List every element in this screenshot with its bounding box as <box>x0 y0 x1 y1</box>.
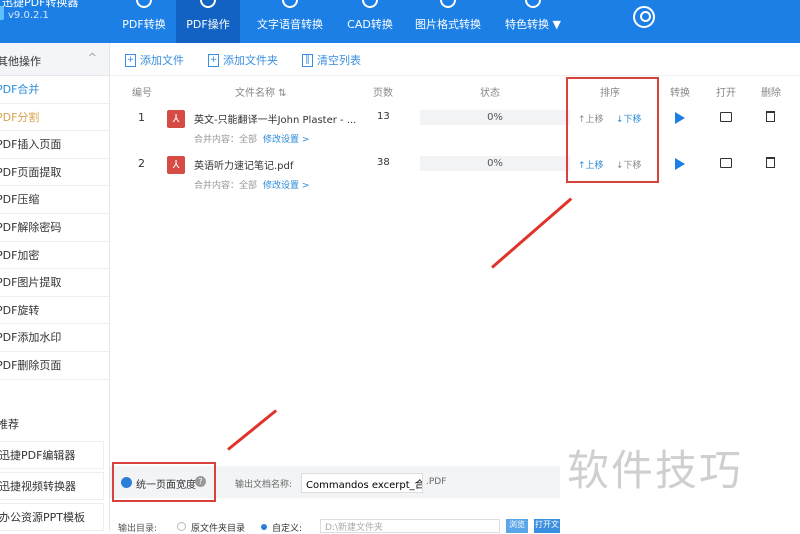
tab-label: 图片格式转换 <box>415 18 481 31</box>
rec-pdf-editor[interactable]: 迅捷PDF编辑器 <box>0 441 104 469</box>
annotation-arrow <box>491 197 573 269</box>
highlight-box-unify <box>112 462 216 502</box>
speech-icon <box>282 0 298 8</box>
play-icon[interactable] <box>675 158 685 170</box>
col-delete: 删除 <box>761 88 781 99</box>
col-convert: 转换 <box>670 88 690 99</box>
file-name: 英文-只能翻译一半John Plaster - ... <box>194 115 357 126</box>
extension-label: .PDF <box>426 477 447 487</box>
col-no: 编号 <box>132 88 152 99</box>
tab-cad[interactable]: CAD转换 <box>340 0 400 43</box>
sidebar-item-rotate[interactable]: PDF旋转 <box>0 297 109 325</box>
col-status: 状态 <box>480 88 500 99</box>
add-folder-button[interactable]: + 添加文件夹 <box>208 52 278 68</box>
chevron-up-icon[interactable]: ^ <box>88 51 97 64</box>
annotation-arrow <box>227 409 278 451</box>
divider <box>110 75 800 76</box>
add-folder-icon: + <box>208 53 219 67</box>
merge-content: 合并内容：全部 修改设置 > <box>194 178 309 191</box>
row-number: 1 <box>138 111 145 124</box>
page-count: 38 <box>377 157 390 168</box>
merge-content: 合并内容：全部 修改设置 > <box>194 132 309 145</box>
clear-list-button[interactable]: ‖ 清空列表 <box>302 52 361 68</box>
output-name-label: 输出文档名称: <box>235 480 293 490</box>
rec-video-converter[interactable]: 迅捷视频转换器 <box>0 472 104 500</box>
app-name: 迅捷PDF转换器 <box>2 0 79 9</box>
sidebar-item-split[interactable]: PDF分割 <box>0 104 109 132</box>
tab-label: 文字语音转换 <box>257 18 323 31</box>
rec-ppt-templates[interactable]: 办公资源PPT模板 <box>0 503 104 531</box>
play-icon[interactable] <box>675 112 685 124</box>
col-name[interactable]: 文件名称 ⇅ <box>235 84 287 99</box>
sidebar-header[interactable]: 其他操作 ^ <box>0 43 109 76</box>
merge-content-label: 合并内容：全部 <box>194 181 258 191</box>
sidebar-item-extract-images[interactable]: PDF图片提取 <box>0 269 109 297</box>
sidebar-item-compress[interactable]: PDF压缩 <box>0 186 109 214</box>
app-version: v9.0.2.1 <box>8 10 49 21</box>
clear-list-label: 清空列表 <box>317 54 361 67</box>
user-icon[interactable] <box>633 6 655 28</box>
sidebar: 其他操作 ^ PDF合并 PDF分割 PDF插入页面 PDF页面提取 PDF压缩 … <box>0 43 110 531</box>
trash-icon[interactable] <box>766 111 775 122</box>
sidebar-item-unlock[interactable]: PDF解除密码 <box>0 214 109 242</box>
original-dir-label: 原文件夹目录 <box>191 524 246 534</box>
edit-settings-link[interactable]: 修改设置 > <box>263 135 309 145</box>
page-count: 13 <box>377 111 390 122</box>
sidebar-header-label: 其他操作 <box>0 55 41 68</box>
radio-original-dir[interactable] <box>177 522 186 531</box>
sidebar-item-insert[interactable]: PDF插入页面 <box>0 131 109 159</box>
operate-icon <box>200 0 216 8</box>
trash-icon: ‖ <box>302 53 313 67</box>
tab-pdf-operate[interactable]: PDF操作 <box>176 0 240 43</box>
progress-bar: 0% <box>420 110 570 125</box>
convert-icon <box>136 0 152 8</box>
trash-icon[interactable] <box>766 157 775 168</box>
recommend-title: 产品推荐 <box>0 418 19 431</box>
sidebar-item-watermark[interactable]: PDF添加水印 <box>0 324 109 352</box>
tab-label: 特色转换 ▼ <box>505 18 561 31</box>
sidebar-item-encrypt[interactable]: PDF加密 <box>0 242 109 270</box>
radio-custom-dir[interactable] <box>261 524 267 530</box>
col-open: 打开 <box>716 88 736 99</box>
tab-special[interactable]: 特色转换 ▼ <box>496 0 570 43</box>
output-name-input[interactable] <box>301 473 423 493</box>
merge-content-label: 合并内容：全部 <box>194 135 258 145</box>
add-file-icon: + <box>125 53 136 67</box>
sidebar-item-extract-pages[interactable]: PDF页面提取 <box>0 159 109 187</box>
folder-open-icon[interactable] <box>720 112 732 122</box>
watermark: 软件技巧 <box>567 446 744 495</box>
output-dir-label: 输出目录: <box>118 524 158 534</box>
pdf-file-icon: ⅄ <box>167 156 185 174</box>
special-icon <box>525 0 541 8</box>
progress-bar: 0% <box>420 156 570 171</box>
edit-settings-link[interactable]: 修改设置 > <box>263 181 309 191</box>
custom-dir-label: 自定义: <box>272 524 303 534</box>
tab-image-format[interactable]: 图片格式转换 <box>408 0 488 43</box>
row-number: 2 <box>138 157 145 170</box>
add-file-label: 添加文件 <box>140 54 184 67</box>
tab-text-speech[interactable]: 文字语音转换 <box>250 0 330 43</box>
folder-open-icon[interactable] <box>720 158 732 168</box>
tab-label: PDF转换 <box>122 18 166 31</box>
top-bar: 迅捷PDF转换器 v9.0.2.1 PDF转换 PDF操作 文字语音转换 CAD… <box>0 0 800 43</box>
add-file-button[interactable]: + 添加文件 <box>125 52 184 68</box>
table-row: 1 ⅄ 英文-只能翻译一半John Plaster - ... 合并内容：全部修… <box>110 110 800 155</box>
tab-label: PDF操作 <box>186 18 230 31</box>
sidebar-item-merge[interactable]: PDF合并 <box>0 76 109 104</box>
file-name: 英语听力速记笔记.pdf <box>194 161 294 172</box>
image-icon <box>440 0 456 8</box>
cad-icon <box>362 0 378 8</box>
sidebar-item-delete-pages[interactable]: PDF删除页面 <box>0 352 109 380</box>
tab-label: CAD转换 <box>347 18 393 31</box>
add-folder-label: 添加文件夹 <box>223 54 278 67</box>
table-row: 2 ⅄ 英语听力速记笔记.pdf 合并内容：全部 修改设置 > 38 0% ↑上移… <box>110 156 800 201</box>
col-pages: 页数 <box>373 88 393 99</box>
highlight-box-order <box>566 77 659 183</box>
toolbar: + 添加文件 + 添加文件夹 ‖ 清空列表 <box>125 52 361 68</box>
tab-pdf-convert[interactable]: PDF转换 <box>113 0 175 43</box>
pdf-file-icon: ⅄ <box>167 110 185 128</box>
